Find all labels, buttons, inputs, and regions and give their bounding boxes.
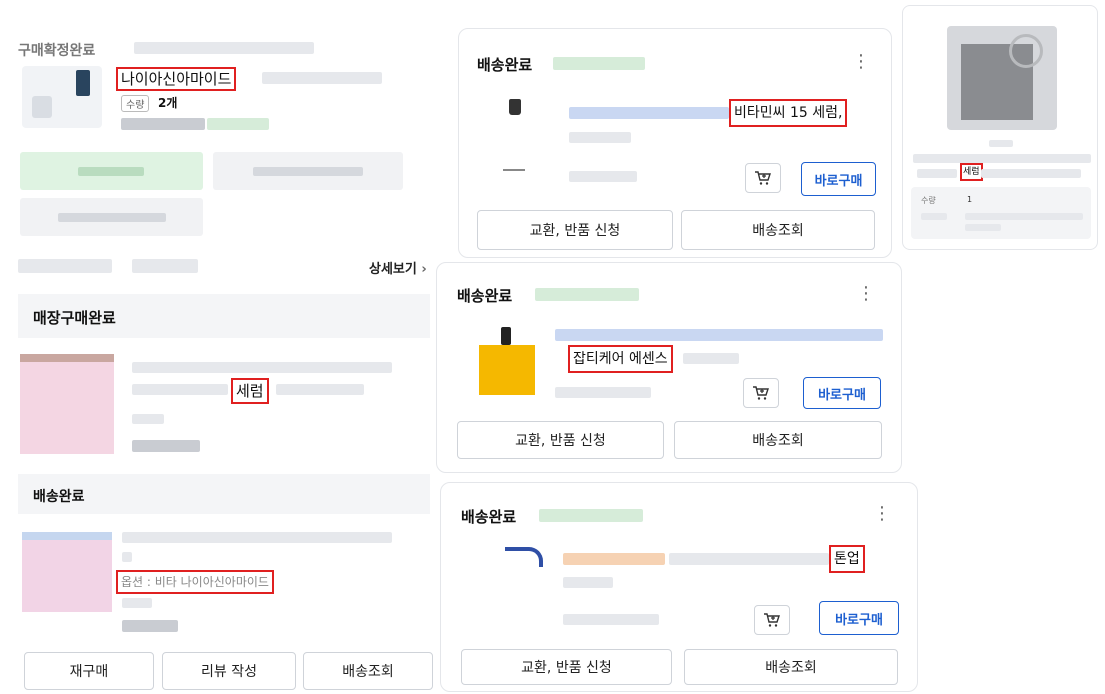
order-card-3: 배송완료 ⋮ 톤업 바로구매 교환, 반품 신청 배송조회 <box>440 482 918 692</box>
highlight-store-product[interactable]: 세럼 <box>231 378 269 404</box>
blurred-store-line1 <box>132 362 392 373</box>
delivery-section-header: 배송완료 <box>18 474 430 514</box>
delivery-product-image[interactable] <box>22 532 112 612</box>
review-button[interactable]: 리뷰 작성 <box>162 652 296 690</box>
exchange-return-button[interactable]: 교환, 반품 신청 <box>457 421 664 459</box>
product-thumbnail[interactable] <box>22 66 102 128</box>
highlight-card3[interactable]: 톤업 <box>829 545 865 573</box>
primary-action-button[interactable] <box>20 152 203 190</box>
chevron-right-icon: › <box>421 262 427 277</box>
tertiary-action-button[interactable] <box>20 198 203 236</box>
blurred-panel-line2b <box>981 169 1081 178</box>
order-card-1: 배송완료 ⋮ 비타민씨 15 세럼, 바로구매 교환, 반품 신청 배송조회 <box>458 28 892 258</box>
blurred-delivery-qty <box>122 598 152 608</box>
panel-qty-label: 수량 <box>921 196 936 205</box>
card1-status: 배송완료 <box>477 56 533 74</box>
highlight-panel-product[interactable]: 세럼 <box>960 163 983 181</box>
store-product-image[interactable] <box>20 354 114 454</box>
order-card-2: 배송완료 ⋮ 잡티케어 에센스 바로구매 교환, 반품 신청 배송조회 <box>436 262 902 473</box>
product2-image[interactable] <box>479 327 535 395</box>
blurred-badge <box>207 118 269 130</box>
add-to-cart-button[interactable] <box>745 163 781 193</box>
order-status: 구매확정완료 <box>18 43 96 59</box>
product1-thumb-line <box>503 169 525 171</box>
store-section-header: 매장구매완료 <box>18 294 430 338</box>
blurred-panel-line2a <box>917 169 957 178</box>
blurred-product-line <box>669 553 829 565</box>
add-to-cart-button[interactable] <box>754 605 790 635</box>
qty-value: 2개 <box>158 96 178 110</box>
exchange-return-button[interactable]: 교환, 반품 신청 <box>461 649 672 685</box>
detail-link[interactable]: 상세보기 › <box>369 258 427 277</box>
blurred-delivery-price <box>122 620 178 632</box>
card3-status: 배송완료 <box>461 508 517 526</box>
track-delivery-button[interactable]: 배송조회 <box>684 649 898 685</box>
track-delivery-button[interactable]: 배송조회 <box>674 421 882 459</box>
blurred-order-date <box>134 42 314 54</box>
blurred-delivery-date <box>553 57 645 70</box>
store-title: 매장구매완료 <box>33 309 116 327</box>
reorder-button[interactable]: 재구매 <box>24 652 154 690</box>
delivery-title: 배송완료 <box>33 489 85 505</box>
blurred-price <box>563 614 659 625</box>
cart-plus-icon <box>764 613 780 627</box>
exchange-return-button[interactable]: 교환, 반품 신청 <box>477 210 673 250</box>
blurred-panel-label <box>989 140 1013 147</box>
blurred-panel-row-value2 <box>965 224 1001 231</box>
highlight-card1[interactable]: 비타민씨 15 세럼, <box>729 99 848 127</box>
highlight-product-name[interactable]: 나이아신아마이드 <box>116 67 237 91</box>
blurred-shop-name <box>563 553 665 565</box>
more-vertical-icon[interactable]: ⋮ <box>852 51 870 72</box>
blurred-volume <box>683 353 739 364</box>
blurred-product-text <box>262 72 382 84</box>
blurred-volume <box>563 577 613 588</box>
blurred-delivery-line2 <box>122 552 132 562</box>
add-to-cart-button[interactable] <box>743 378 779 408</box>
product-detail-panel: 세럼 수량 1 <box>902 5 1098 250</box>
blurred-store-line2 <box>132 384 228 395</box>
more-vertical-icon[interactable]: ⋮ <box>857 283 875 304</box>
highlight-delivery-option[interactable]: 옵션 : 비타 나이아신아마이드 <box>116 570 274 594</box>
qty-badge: 수량 <box>121 95 150 112</box>
blurred-store-price <box>132 440 200 452</box>
blurred-panel-row-value1 <box>965 213 1083 220</box>
panel-qty-value: 1 <box>967 195 973 204</box>
panel-info-box: 수량 1 <box>911 187 1091 239</box>
blurred-price <box>555 387 651 398</box>
blurred-shop-name <box>569 107 729 119</box>
highlight-card2[interactable]: 잡티케어 에센스 <box>568 345 673 373</box>
blurred-panel-line1 <box>913 154 1091 163</box>
blurred-date <box>18 259 112 273</box>
blurred-store-line3 <box>276 384 364 395</box>
product3-image[interactable] <box>475 543 545 603</box>
secondary-action-button[interactable] <box>213 152 403 190</box>
blurred-delivery-date <box>539 509 643 522</box>
product1-image[interactable] <box>509 99 521 115</box>
blurred-volume <box>569 132 631 143</box>
panel-product-image[interactable] <box>947 26 1057 130</box>
blurred-delivery-date <box>535 288 639 301</box>
buy-now-button[interactable]: 바로구매 <box>803 377 881 409</box>
track-button-left[interactable]: 배송조회 <box>303 652 433 690</box>
cart-plus-icon <box>753 386 769 400</box>
blurred-delivery-line1 <box>122 532 392 543</box>
blurred-panel-row-label <box>921 213 947 220</box>
blurred-price <box>121 118 205 130</box>
blurred-store-qty <box>132 414 164 424</box>
blurred-price <box>569 171 637 182</box>
track-delivery-button[interactable]: 배송조회 <box>681 210 875 250</box>
buy-now-button[interactable]: 바로구매 <box>819 601 899 635</box>
card2-status: 배송완료 <box>457 287 513 305</box>
cart-plus-icon <box>755 171 771 185</box>
buy-now-button[interactable]: 바로구매 <box>801 162 876 196</box>
blurred-shop-line <box>555 329 883 341</box>
blurred-label <box>132 259 198 273</box>
more-vertical-icon[interactable]: ⋮ <box>873 503 891 524</box>
